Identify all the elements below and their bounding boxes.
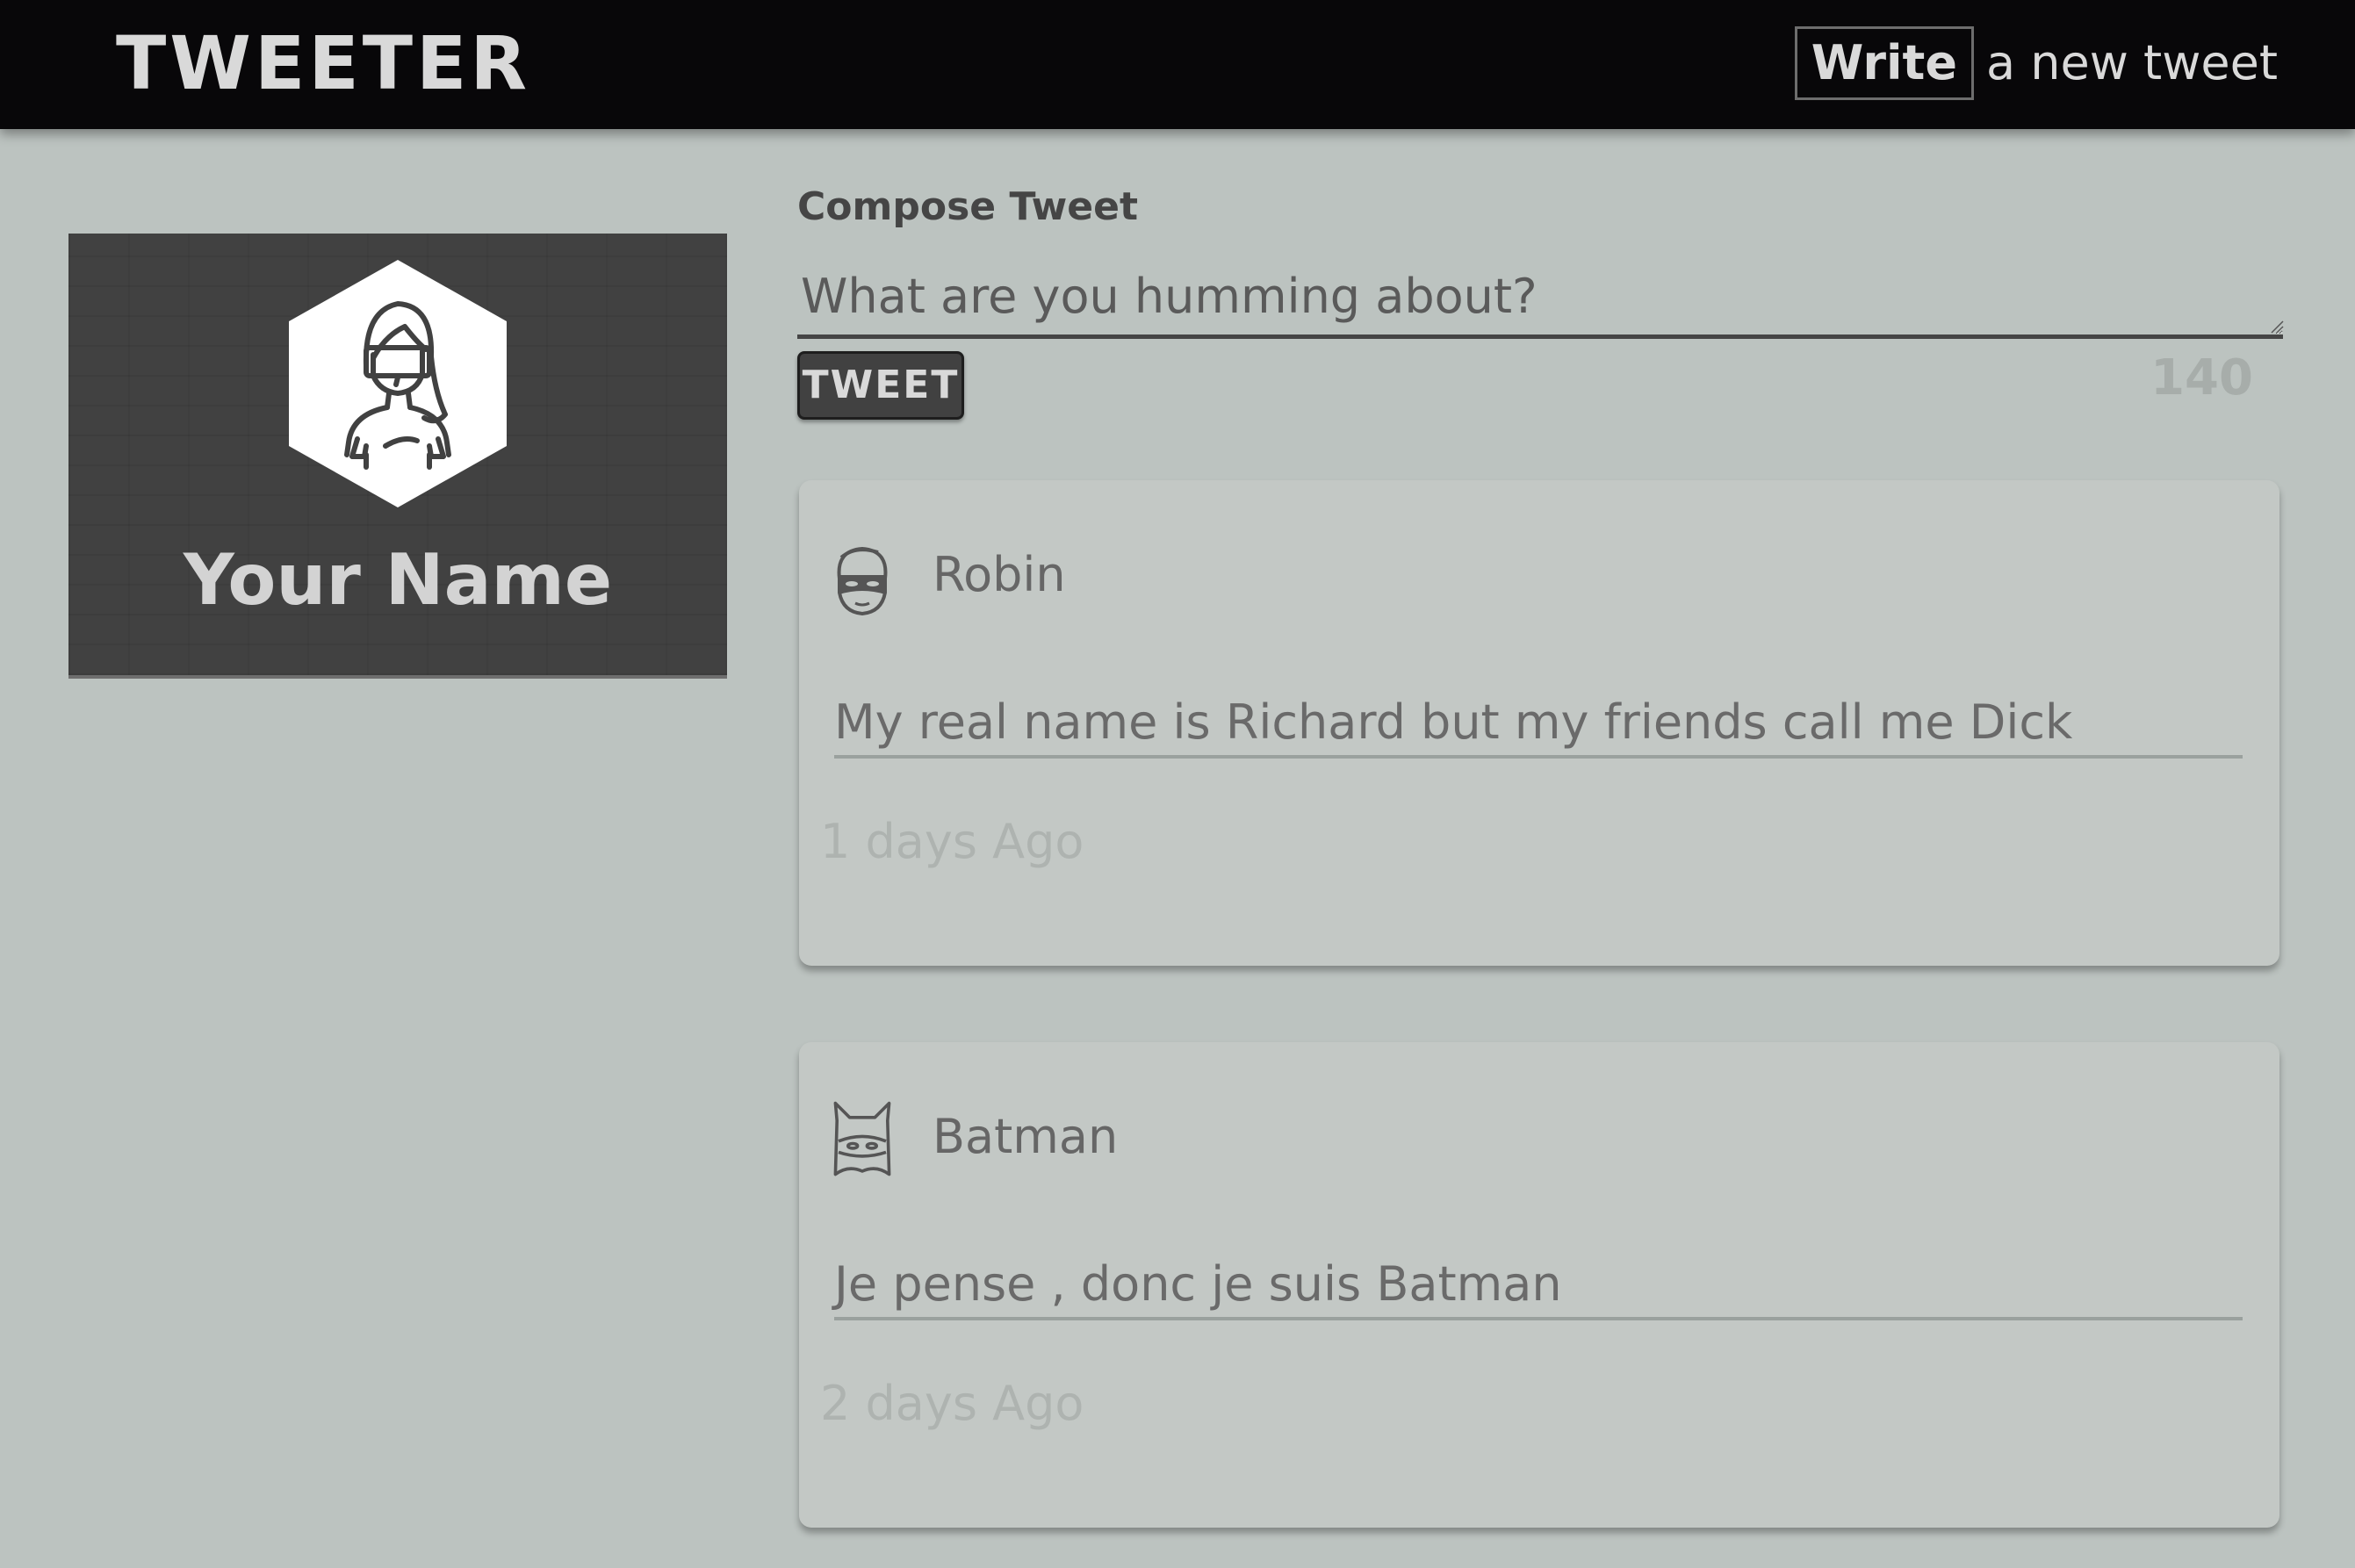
tweet-text: My real name is Richard but my friends c… [834, 694, 2243, 759]
tweet-author[interactable]: Batman [933, 1109, 1118, 1164]
top-navbar: TWEETER Write a new tweet [0, 0, 2355, 129]
write-button[interactable]: Write [1794, 26, 1974, 100]
tweet-card: Robin My real name is Richard but my fri… [799, 480, 2279, 966]
profile-name: Your Name [183, 539, 613, 621]
compose-label: Compose Tweet [797, 184, 1138, 229]
woman-avatar-icon [289, 260, 507, 507]
tweet-button[interactable]: TWEET [797, 351, 964, 420]
brand-logo[interactable]: TWEETER [116, 19, 530, 107]
tweet-author[interactable]: Robin [933, 547, 1066, 602]
tweet-card: Batman Je pense , donc je suis Batman 2 … [799, 1042, 2279, 1528]
resize-handle-icon[interactable] [2270, 320, 2284, 334]
tweet-text: Je pense , donc je suis Batman [834, 1256, 2243, 1320]
write-tweet-link[interactable]: Write a new tweet [1794, 26, 2278, 100]
profile-card: Your Name [68, 234, 727, 679]
batman-mask-icon [833, 1101, 891, 1176]
character-counter: 140 [2150, 349, 2253, 406]
compose-input[interactable] [797, 260, 2283, 339]
tweet-timestamp: 1 days Ago [820, 814, 1084, 869]
robin-mask-icon [837, 547, 888, 615]
tweet-timestamp: 2 days Ago [820, 1376, 1084, 1431]
write-subtext: a new tweet [1986, 35, 2278, 90]
